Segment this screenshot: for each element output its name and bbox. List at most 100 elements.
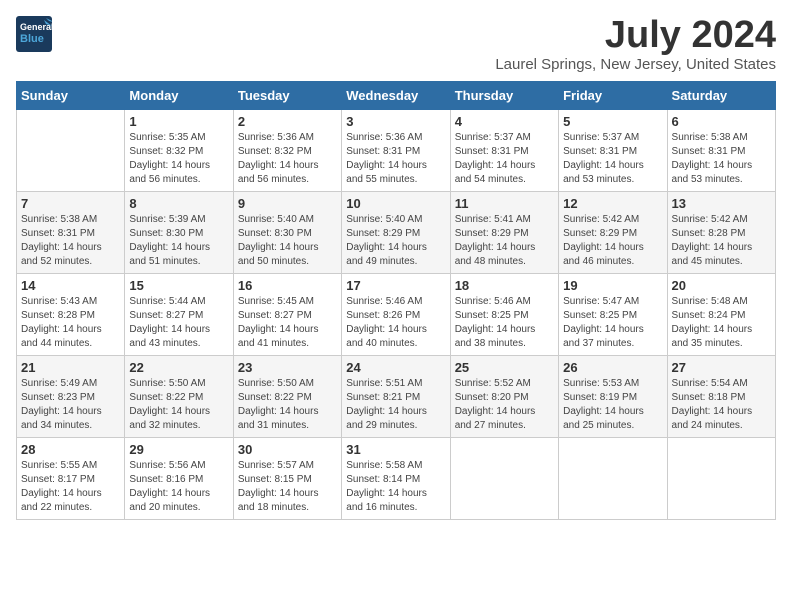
sunset-text: Sunset: 8:31 PM (346, 146, 420, 157)
day-number: 28 (21, 442, 120, 457)
header-thursday: Thursday (450, 82, 558, 110)
sunrise-text: Sunrise: 5:51 AM (346, 378, 422, 389)
sunrise-text: Sunrise: 5:38 AM (21, 214, 97, 225)
daylight-text: Daylight: 14 hours and 27 minutes. (455, 406, 536, 431)
daylight-text: Daylight: 14 hours and 52 minutes. (21, 242, 102, 267)
day-info: Sunrise: 5:39 AM Sunset: 8:30 PM Daylight:… (129, 213, 228, 269)
daylight-text: Daylight: 14 hours and 49 minutes. (346, 242, 427, 267)
table-row: 1 Sunrise: 5:35 AMSunset: 8:32 PMDaylight… (125, 110, 233, 192)
daylight-text: Daylight: 14 hours and 31 minutes. (238, 406, 319, 431)
daylight-text: Daylight: 14 hours and 24 minutes. (672, 406, 753, 431)
day-number: 18 (455, 278, 554, 293)
daylight-text: Daylight: 14 hours and 34 minutes. (21, 406, 102, 431)
table-row: 17Sunrise: 5:46 AMSunset: 8:26 PMDayligh… (342, 274, 450, 356)
day-info: Sunrise: 5:47 AMSunset: 8:25 PMDaylight:… (563, 295, 662, 351)
day-number: 7 (21, 196, 120, 211)
table-row: 21Sunrise: 5:49 AMSunset: 8:23 PMDayligh… (17, 356, 125, 438)
day-info: Sunrise: 5:52 AM Sunset: 8:20 PM Daylight:… (455, 377, 554, 433)
day-number: 1 (129, 114, 228, 129)
day-number: 24 (346, 360, 445, 375)
day-info: Sunrise: 5:41 AM Sunset: 8:29 PM Daylight:… (455, 213, 554, 269)
table-row: 26Sunrise: 5:53 AMSunset: 8:19 PMDayligh… (559, 356, 667, 438)
sunrise-text: Sunrise: 5:50 AM (238, 378, 314, 389)
day-info: Sunrise: 5:50 AM Sunset: 8:22 PM Daylight:… (129, 377, 228, 433)
sunset-text: Sunset: 8:16 PM (129, 474, 203, 485)
sunrise-text: Sunrise: 5:44 AM (129, 296, 205, 307)
sunrise-text: Sunrise: 5:37 AM (455, 132, 531, 143)
day-number: 5 (563, 114, 662, 129)
day-info: Sunrise: 5:42 AMSunset: 8:29 PMDaylight:… (563, 213, 662, 269)
sunset-text: Sunset: 8:30 PM (238, 228, 312, 239)
daylight-text: Daylight: 14 hours and 35 minutes. (672, 324, 753, 349)
sunset-text: Sunset: 8:15 PM (238, 474, 312, 485)
calendar-week-row: 28 Sunrise: 5:55 AMSunset: 8:17 PMDayligh… (17, 438, 776, 520)
daylight-text: Daylight: 14 hours and 25 minutes. (563, 406, 644, 431)
table-row: 31Sunrise: 5:58 AMSunset: 8:14 PMDayligh… (342, 438, 450, 520)
day-info: Sunrise: 5:56 AMSunset: 8:16 PMDaylight:… (129, 459, 228, 515)
table-row: 22 Sunrise: 5:50 AM Sunset: 8:22 PM Dayligh… (125, 356, 233, 438)
day-info: Sunrise: 5:45 AMSunset: 8:27 PMDaylight:… (238, 295, 337, 351)
sunset-text: Sunset: 8:32 PM (129, 146, 203, 157)
table-row: 6Sunrise: 5:38 AMSunset: 8:31 PMDaylight… (667, 110, 775, 192)
day-number: 22 (129, 360, 228, 375)
sunset-text: Sunset: 8:25 PM (455, 310, 529, 321)
table-row: 19Sunrise: 5:47 AMSunset: 8:25 PMDayligh… (559, 274, 667, 356)
daylight-text: Daylight: 14 hours and 51 minutes. (129, 242, 210, 267)
table-row: 13Sunrise: 5:42 AMSunset: 8:28 PMDayligh… (667, 192, 775, 274)
day-number: 8 (129, 196, 228, 211)
sunset-text: Sunset: 8:14 PM (346, 474, 420, 485)
sunrise-text: Sunrise: 5:39 AM (129, 214, 205, 225)
sunrise-text: Sunrise: 5:40 AM (238, 214, 314, 225)
daylight-text: Daylight: 14 hours and 48 minutes. (455, 242, 536, 267)
day-number: 15 (129, 278, 228, 293)
sunrise-text: Sunrise: 5:57 AM (238, 460, 314, 471)
sunrise-text: Sunrise: 5:54 AM (672, 378, 748, 389)
calendar-table: Sunday Monday Tuesday Wednesday Thursday… (16, 81, 776, 520)
weekday-header-row: Sunday Monday Tuesday Wednesday Thursday… (17, 82, 776, 110)
logo: General Blue (16, 16, 52, 52)
sunrise-text: Sunrise: 5:50 AM (129, 378, 205, 389)
day-info: Sunrise: 5:55 AMSunset: 8:17 PMDaylight:… (21, 459, 120, 515)
sunset-text: Sunset: 8:29 PM (455, 228, 529, 239)
sunrise-text: Sunrise: 5:41 AM (455, 214, 531, 225)
sunrise-text: Sunrise: 5:49 AM (21, 378, 97, 389)
table-row: 30Sunrise: 5:57 AMSunset: 8:15 PMDayligh… (233, 438, 341, 520)
day-number: 2 (238, 114, 337, 129)
table-row: 11Sunrise: 5:41 AMSunset: 8:29 PMDayligh… (450, 192, 558, 274)
sunset-text: Sunset: 8:22 PM (129, 392, 203, 403)
daylight-text: Daylight: 14 hours and 43 minutes. (129, 324, 210, 349)
day-info: Sunrise: 5:35 AMSunset: 8:32 PMDaylight:… (129, 131, 228, 187)
sunrise-text: Sunrise: 5:42 AM (563, 214, 639, 225)
day-number: 25 (455, 360, 554, 375)
daylight-text: Daylight: 14 hours and 54 minutes. (455, 160, 536, 185)
daylight-text: Daylight: 14 hours and 32 minutes. (129, 406, 210, 431)
header-wednesday: Wednesday (342, 82, 450, 110)
sunrise-text: Sunrise: 5:45 AM (238, 296, 314, 307)
sunset-text: Sunset: 8:20 PM (455, 392, 529, 403)
sunset-text: Sunset: 8:25 PM (563, 310, 637, 321)
sunrise-text: Sunrise: 5:43 AM (21, 296, 97, 307)
sunset-text: Sunset: 8:21 PM (346, 392, 420, 403)
sunset-text: Sunset: 8:18 PM (672, 392, 746, 403)
sunset-text: Sunset: 8:29 PM (563, 228, 637, 239)
daylight-text: Daylight: 14 hours and 37 minutes. (563, 324, 644, 349)
calendar-week-row: 7Sunrise: 5:38 AMSunset: 8:31 PMDaylight… (17, 192, 776, 274)
sunset-text: Sunset: 8:27 PM (238, 310, 312, 321)
daylight-text: Daylight: 14 hours and 40 minutes. (346, 324, 427, 349)
table-row: 18Sunrise: 5:46 AMSunset: 8:25 PMDayligh… (450, 274, 558, 356)
sunrise-text: Sunrise: 5:58 AM (346, 460, 422, 471)
day-number: 20 (672, 278, 771, 293)
table-row: 9Sunrise: 5:40 AMSunset: 8:30 PMDaylight… (233, 192, 341, 274)
day-info: Sunrise: 5:54 AM Sunset: 8:18 PM Daylight:… (672, 377, 771, 433)
day-number: 14 (21, 278, 120, 293)
table-row: 8 Sunrise: 5:39 AM Sunset: 8:30 PM Daylight… (125, 192, 233, 274)
daylight-text: Daylight: 14 hours and 20 minutes. (129, 488, 210, 513)
table-row (667, 438, 775, 520)
header-tuesday: Tuesday (233, 82, 341, 110)
sunrise-text: Sunrise: 5:52 AM (455, 378, 531, 389)
sunset-text: Sunset: 8:30 PM (129, 228, 203, 239)
day-number: 10 (346, 196, 445, 211)
daylight-text: Daylight: 14 hours and 29 minutes. (346, 406, 427, 431)
day-info: Sunrise: 5:43 AMSunset: 8:28 PMDaylight:… (21, 295, 120, 351)
day-number: 13 (672, 196, 771, 211)
